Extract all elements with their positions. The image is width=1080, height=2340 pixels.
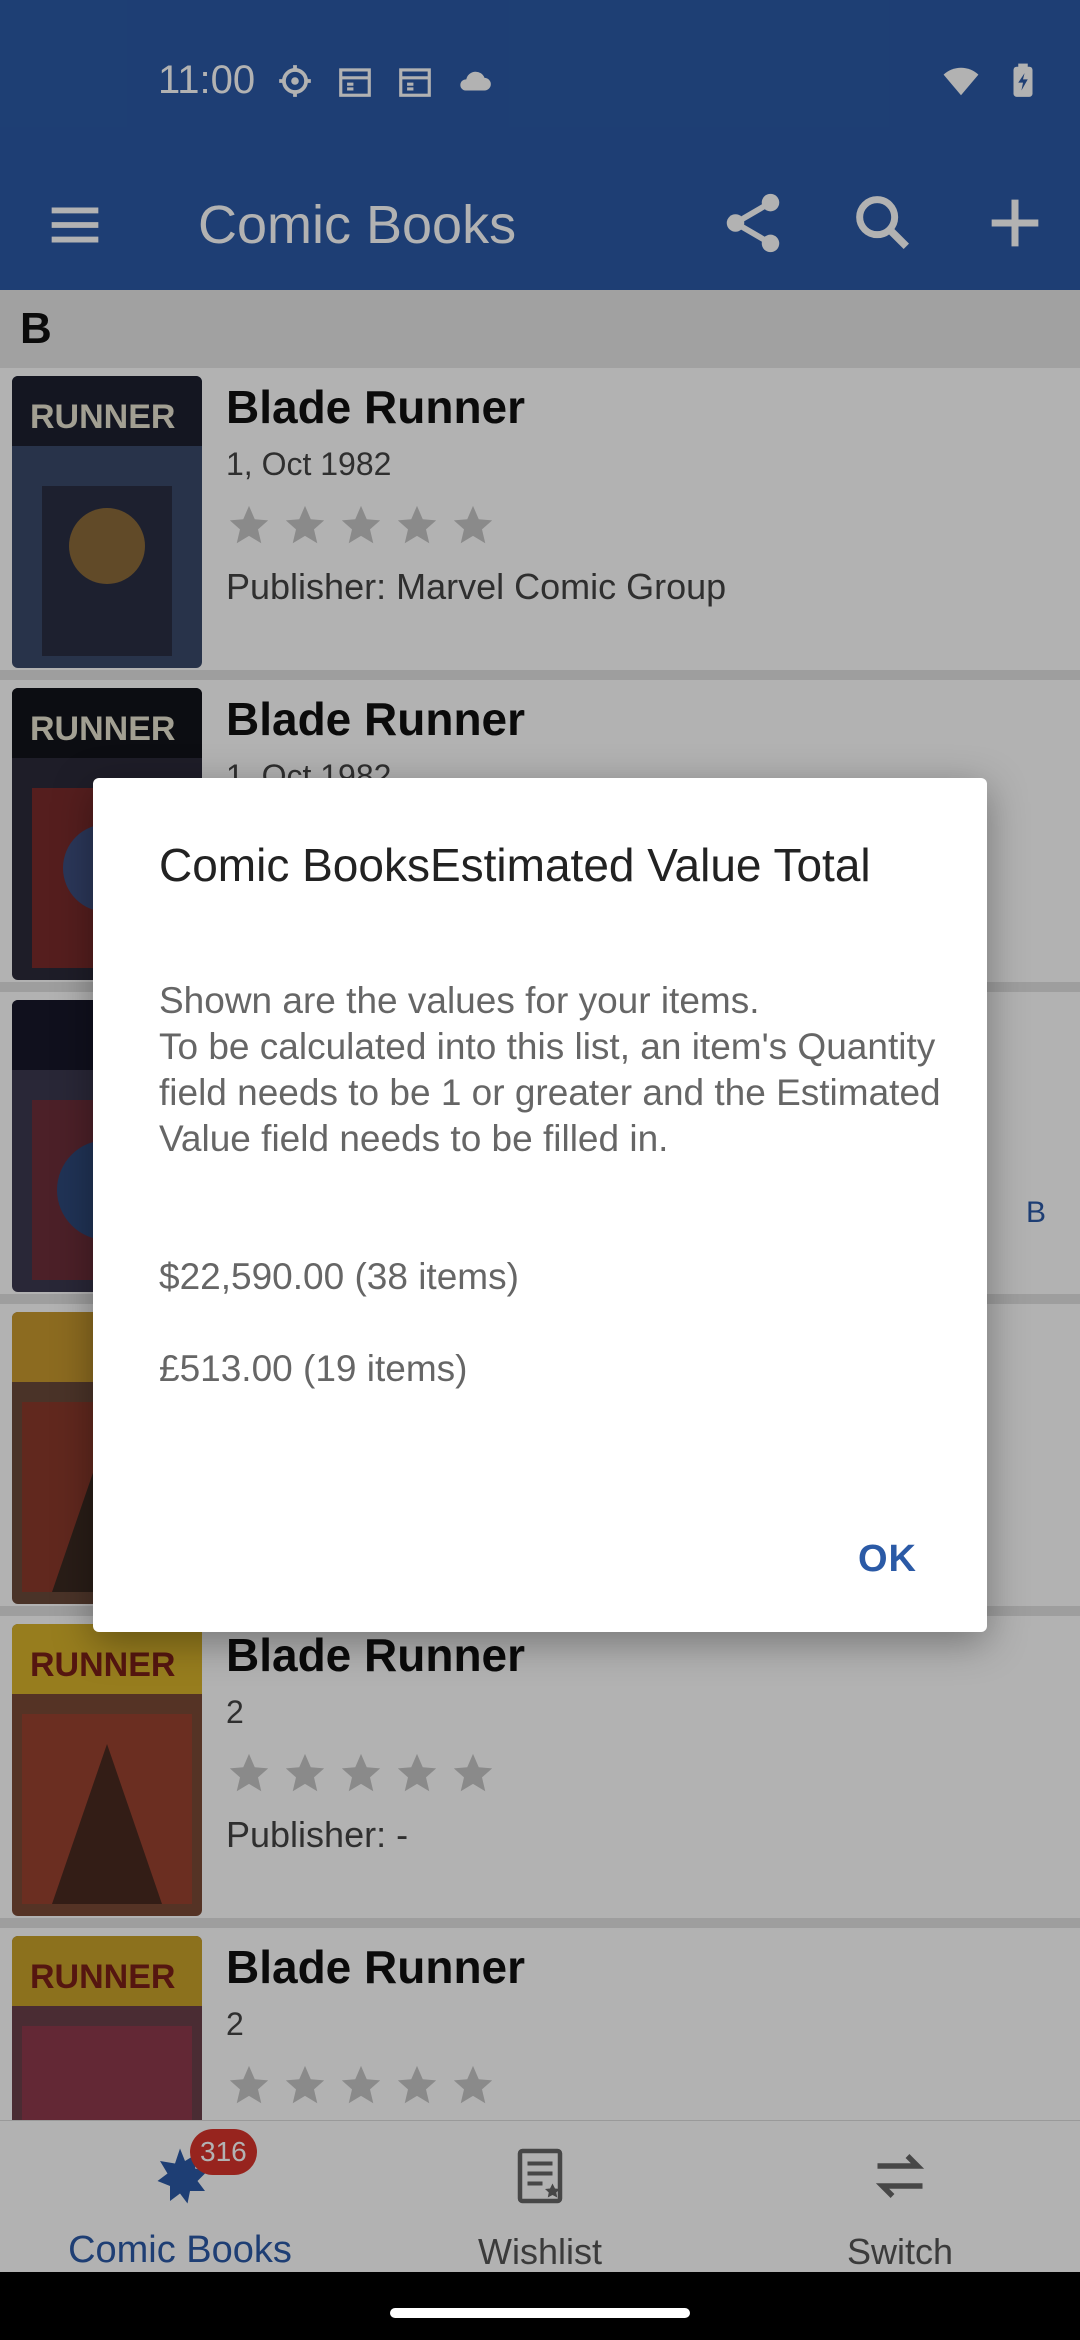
home-handle[interactable] [390,2308,690,2318]
value-gbp: £513.00 (19 items) [159,1348,468,1389]
estimated-value-dialog: Comic BooksEstimated Value Total Shown a… [93,778,987,1632]
dialog-title: Comic BooksEstimated Value Total [159,839,871,891]
dialog-message: Shown are the values for your items. To … [159,980,941,1159]
ok-button[interactable]: OK [858,1538,917,1581]
gesture-bar [0,2272,1080,2340]
value-usd: $22,590.00 (38 items) [159,1256,519,1297]
